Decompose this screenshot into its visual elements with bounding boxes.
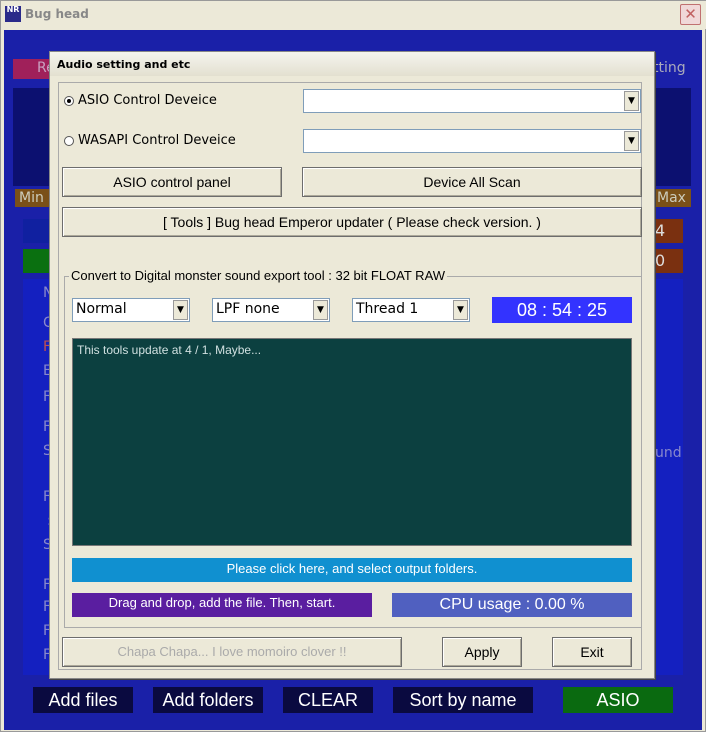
dialog-title-bar[interactable]: Audio setting and etc bbox=[50, 52, 654, 76]
thread-select[interactable]: Thread 1 ▼ bbox=[352, 298, 470, 322]
apply-button[interactable]: Apply bbox=[442, 637, 522, 667]
dialog-title: Audio setting and etc bbox=[57, 58, 191, 71]
exit-button[interactable]: Exit bbox=[552, 637, 632, 667]
close-button[interactable]: ✕ bbox=[680, 4, 701, 25]
wasapi-device-select[interactable]: ▼ bbox=[303, 129, 641, 153]
asio-button[interactable]: ASIO bbox=[563, 687, 673, 713]
mode-value: Normal bbox=[76, 301, 127, 317]
mode-select[interactable]: Normal ▼ bbox=[72, 298, 190, 322]
asio-radio[interactable]: ASIO Control Deveice bbox=[64, 93, 217, 108]
right-digit-1: 4 bbox=[655, 221, 666, 240]
bg-tab-right-label: tting bbox=[653, 60, 686, 76]
max-label-box: Max bbox=[655, 189, 691, 207]
min-label: Min bbox=[19, 190, 44, 206]
max-label: Max bbox=[657, 190, 686, 206]
add-folders-button[interactable]: Add folders bbox=[153, 687, 263, 713]
chevron-down-icon: ▼ bbox=[173, 300, 188, 320]
drag-drop-bar[interactable]: Drag and drop, add the file. Then, start… bbox=[72, 593, 372, 617]
audio-settings-dialog: Audio setting and etc ASIO Control Devei… bbox=[49, 51, 655, 679]
bg-meter-right bbox=[653, 88, 691, 186]
bg-tab: Re bbox=[13, 59, 55, 79]
log-text: This tools update at 4 / 1, Maybe... bbox=[77, 343, 262, 357]
asio-control-panel-button[interactable]: ASIO control panel bbox=[62, 167, 282, 197]
device-all-scan-button[interactable]: Device All Scan bbox=[302, 167, 642, 197]
export-tool-label: Convert to Digital monster sound export … bbox=[69, 268, 448, 283]
thread-value: Thread 1 bbox=[356, 301, 419, 317]
lpf-value: LPF none bbox=[216, 301, 280, 317]
chevron-down-icon: ▼ bbox=[624, 91, 639, 111]
bg-box-right-1: 4 bbox=[653, 219, 683, 243]
sort-by-name-button[interactable]: Sort by name bbox=[393, 687, 533, 713]
bg-right-word: und bbox=[655, 445, 682, 461]
clock-display: 08 : 54 : 25 bbox=[492, 297, 632, 323]
wasapi-radio-label: WASAPI Control Deveice bbox=[78, 133, 236, 148]
chevron-down-icon: ▼ bbox=[313, 300, 328, 320]
output-folder-bar[interactable]: Please click here, and select output fol… bbox=[72, 558, 632, 582]
chevron-down-icon: ▼ bbox=[453, 300, 468, 320]
clear-button[interactable]: CLEAR bbox=[283, 687, 373, 713]
window-title: Bug head bbox=[25, 7, 89, 21]
chevron-down-icon: ▼ bbox=[624, 131, 639, 151]
add-files-button[interactable]: Add files bbox=[33, 687, 133, 713]
log-area[interactable]: This tools update at 4 / 1, Maybe... bbox=[72, 338, 632, 546]
bg-list-right: und bbox=[653, 279, 683, 675]
radio-unselected-icon bbox=[64, 135, 74, 146]
main-title-bar[interactable]: NR Bug head ✕ bbox=[1, 1, 706, 29]
bg-box-right-2: 0 bbox=[653, 249, 683, 273]
app-icon: NR bbox=[5, 6, 21, 22]
right-digit-2: 0 bbox=[655, 251, 666, 270]
updater-button[interactable]: [ Tools ] Bug head Emperor updater ( Ple… bbox=[62, 207, 642, 237]
bg-tab-right: tting bbox=[651, 59, 696, 79]
asio-device-select[interactable]: ▼ bbox=[303, 89, 641, 113]
asio-radio-label: ASIO Control Deveice bbox=[78, 93, 217, 108]
lpf-select[interactable]: LPF none ▼ bbox=[212, 298, 330, 322]
chapa-button[interactable]: Chapa Chapa... I love momoiro clover !! bbox=[62, 637, 402, 667]
wasapi-radio[interactable]: WASAPI Control Deveice bbox=[64, 133, 236, 148]
radio-selected-icon bbox=[64, 95, 74, 106]
cpu-usage-bar: CPU usage : 0.00 % bbox=[392, 593, 632, 617]
min-label-box: Min bbox=[15, 189, 49, 207]
